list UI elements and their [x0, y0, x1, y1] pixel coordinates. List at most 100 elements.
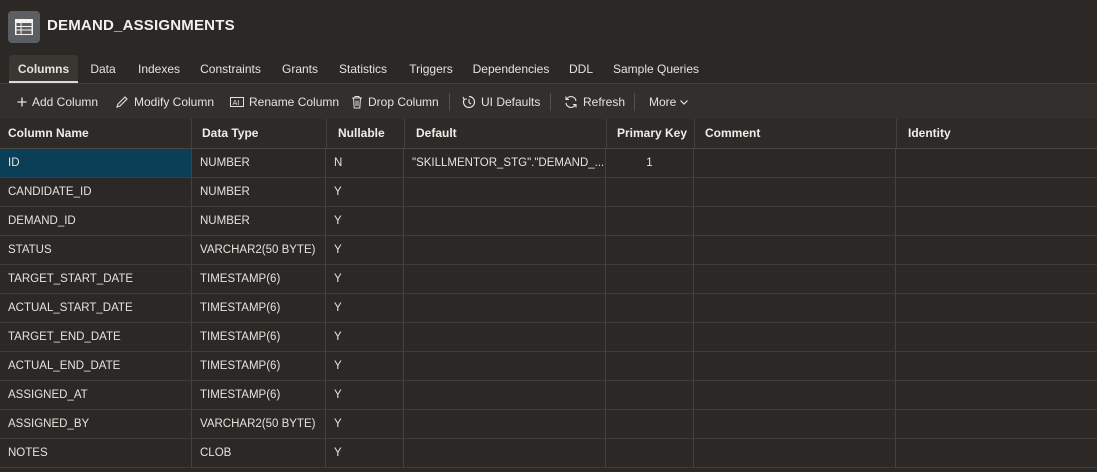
cell-comment[interactable]: [694, 149, 896, 177]
cell-primary-key[interactable]: [606, 381, 694, 409]
tab-dependencies[interactable]: Dependencies: [470, 55, 552, 83]
cell-comment[interactable]: [694, 352, 896, 380]
ui-defaults-button[interactable]: UI Defaults: [462, 84, 540, 120]
cell-nullable[interactable]: Y: [326, 207, 404, 235]
cell-identity[interactable]: [896, 265, 1097, 293]
cell-primary-key[interactable]: [606, 410, 694, 438]
cell-identity[interactable]: [896, 149, 1097, 177]
table-row[interactable]: ASSIGNED_BY VARCHAR2(50 BYTE) Y: [0, 410, 1097, 439]
table-row[interactable]: NOTES CLOB Y: [0, 439, 1097, 468]
cell-nullable[interactable]: Y: [326, 294, 404, 322]
cell-primary-key[interactable]: [606, 236, 694, 264]
tab-sample-queries[interactable]: Sample Queries: [611, 55, 701, 83]
cell-default[interactable]: [404, 265, 606, 293]
cell-default[interactable]: [404, 352, 606, 380]
tab-statistics[interactable]: Statistics: [336, 55, 390, 83]
cell-nullable[interactable]: Y: [326, 178, 404, 206]
tab-triggers[interactable]: Triggers: [404, 55, 458, 83]
cell-primary-key[interactable]: [606, 207, 694, 235]
cell-nullable[interactable]: Y: [326, 323, 404, 351]
col-header-data-type[interactable]: Data Type: [194, 119, 327, 148]
cell-data-type[interactable]: VARCHAR2(50 BYTE): [192, 410, 326, 438]
tab-columns[interactable]: Columns: [9, 55, 78, 83]
col-header-column-name[interactable]: Column Name: [0, 119, 192, 148]
modify-column-button[interactable]: Modify Column: [115, 84, 214, 120]
cell-default[interactable]: [404, 439, 606, 467]
col-header-primary-key[interactable]: Primary Key: [610, 119, 695, 148]
cell-column-name[interactable]: ID: [0, 149, 192, 177]
cell-comment[interactable]: [694, 323, 896, 351]
cell-column-name[interactable]: STATUS: [0, 236, 192, 264]
table-row[interactable]: TARGET_START_DATE TIMESTAMP(6) Y: [0, 265, 1097, 294]
cell-identity[interactable]: [896, 439, 1097, 467]
cell-data-type[interactable]: VARCHAR2(50 BYTE): [192, 236, 326, 264]
col-header-nullable[interactable]: Nullable: [330, 119, 405, 148]
cell-column-name[interactable]: ASSIGNED_BY: [0, 410, 192, 438]
cell-column-name[interactable]: CANDIDATE_ID: [0, 178, 192, 206]
cell-default[interactable]: [404, 323, 606, 351]
cell-column-name[interactable]: ACTUAL_END_DATE: [0, 352, 192, 380]
cell-comment[interactable]: [694, 410, 896, 438]
cell-column-name[interactable]: ASSIGNED_AT: [0, 381, 192, 409]
cell-identity[interactable]: [896, 294, 1097, 322]
cell-nullable[interactable]: N: [326, 149, 404, 177]
cell-identity[interactable]: [896, 381, 1097, 409]
cell-default[interactable]: [404, 410, 606, 438]
cell-identity[interactable]: [896, 178, 1097, 206]
col-header-comment[interactable]: Comment: [697, 119, 897, 148]
cell-comment[interactable]: [694, 178, 896, 206]
cell-default[interactable]: [404, 207, 606, 235]
drop-column-button[interactable]: Drop Column: [351, 84, 439, 120]
cell-nullable[interactable]: Y: [326, 439, 404, 467]
cell-column-name[interactable]: ACTUAL_START_DATE: [0, 294, 192, 322]
tab-constraints[interactable]: Constraints: [197, 55, 264, 83]
cell-comment[interactable]: [694, 294, 896, 322]
cell-comment[interactable]: [694, 236, 896, 264]
cell-data-type[interactable]: TIMESTAMP(6): [192, 352, 326, 380]
cell-comment[interactable]: [694, 207, 896, 235]
cell-data-type[interactable]: TIMESTAMP(6): [192, 265, 326, 293]
cell-default[interactable]: [404, 236, 606, 264]
cell-identity[interactable]: [896, 323, 1097, 351]
cell-primary-key[interactable]: [606, 178, 694, 206]
cell-nullable[interactable]: Y: [326, 265, 404, 293]
cell-identity[interactable]: [896, 410, 1097, 438]
cell-primary-key[interactable]: [606, 265, 694, 293]
table-row[interactable]: ACTUAL_END_DATE TIMESTAMP(6) Y: [0, 352, 1097, 381]
cell-default[interactable]: [404, 381, 606, 409]
tab-grants[interactable]: Grants: [278, 55, 322, 83]
table-row[interactable]: ID NUMBER N "SKILLMENTOR_STG"."DEMAND_... 1: [0, 149, 1097, 178]
cell-primary-key[interactable]: 1: [606, 149, 694, 177]
cell-primary-key[interactable]: [606, 439, 694, 467]
more-menu-button[interactable]: More: [649, 84, 689, 120]
cell-nullable[interactable]: Y: [326, 352, 404, 380]
tab-indexes[interactable]: Indexes: [133, 55, 185, 83]
cell-nullable[interactable]: Y: [326, 381, 404, 409]
cell-identity[interactable]: [896, 236, 1097, 264]
col-header-identity[interactable]: Identity: [900, 119, 1097, 148]
cell-identity[interactable]: [896, 352, 1097, 380]
table-row[interactable]: ASSIGNED_AT TIMESTAMP(6) Y: [0, 381, 1097, 410]
table-row[interactable]: CANDIDATE_ID NUMBER Y: [0, 178, 1097, 207]
table-row[interactable]: DEMAND_ID NUMBER Y: [0, 207, 1097, 236]
add-column-button[interactable]: Add Column: [17, 84, 98, 120]
cell-comment[interactable]: [694, 265, 896, 293]
table-row[interactable]: STATUS VARCHAR2(50 BYTE) Y: [0, 236, 1097, 265]
rename-column-button[interactable]: AI Rename Column: [230, 84, 339, 120]
cell-primary-key[interactable]: [606, 352, 694, 380]
cell-primary-key[interactable]: [606, 323, 694, 351]
cell-default[interactable]: [404, 294, 606, 322]
cell-comment[interactable]: [694, 439, 896, 467]
cell-comment[interactable]: [694, 381, 896, 409]
table-row[interactable]: ACTUAL_START_DATE TIMESTAMP(6) Y: [0, 294, 1097, 323]
cell-data-type[interactable]: CLOB: [192, 439, 326, 467]
cell-data-type[interactable]: TIMESTAMP(6): [192, 323, 326, 351]
cell-default[interactable]: "SKILLMENTOR_STG"."DEMAND_...: [404, 149, 606, 177]
cell-column-name[interactable]: TARGET_END_DATE: [0, 323, 192, 351]
cell-data-type[interactable]: NUMBER: [192, 149, 326, 177]
cell-column-name[interactable]: DEMAND_ID: [0, 207, 192, 235]
cell-nullable[interactable]: Y: [326, 236, 404, 264]
cell-identity[interactable]: [896, 207, 1097, 235]
cell-data-type[interactable]: NUMBER: [192, 178, 326, 206]
cell-column-name[interactable]: NOTES: [0, 439, 192, 467]
